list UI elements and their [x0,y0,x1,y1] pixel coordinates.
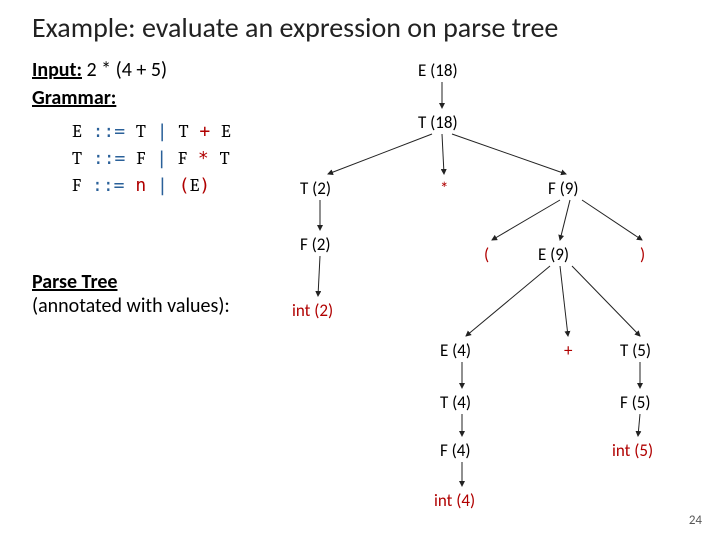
grammar-label: Grammar: [32,86,116,110]
bar-icon: | [145,148,178,169]
op-def: ::= [82,148,136,169]
nt-E3: E [190,175,200,196]
parse-tree-caption: Parse Tree (annotated with values): [32,270,230,318]
lpar-token: ( [179,175,190,196]
nt-T: T [136,121,146,142]
nt-T3: T [72,148,82,169]
node-rpar: ) [640,244,645,265]
parse-tree-subheading: (annotated with values): [32,294,230,318]
nt-F2: F [178,148,187,169]
node-T-18: T (18) [418,112,458,133]
bar-icon: | [146,121,179,142]
page-number: 24 [689,513,702,528]
node-F-9: F (9) [548,178,579,199]
node-star: * [440,178,448,199]
input-expr: 2 * (4 + 5) [82,58,167,82]
node-F-4: F (4) [440,440,471,461]
leaf-int-2: int (2) [292,300,333,321]
slide-title: Example: evaluate an expression on parse… [32,10,558,45]
grammar-rule-F: F ::= n | (E) [72,172,231,199]
node-E-9: E (9) [538,244,569,265]
star-token: * [187,148,220,169]
n-token: n [135,175,146,196]
nt-T2: T [178,121,188,142]
plus-token: + [189,121,222,142]
grammar-rule-E: E ::= T | T + E [72,118,231,145]
parse-tree-heading: Parse Tree [32,270,230,294]
op-def: ::= [81,175,135,196]
op-def: ::= [82,121,136,142]
rpar-token: ) [199,175,210,196]
bar-icon: | [146,175,179,196]
nt-F3: F [72,175,81,196]
node-T-2: T (2) [300,178,331,199]
node-lpar: ( [484,244,489,265]
node-F-5: F (5) [620,392,651,413]
slide: Example: evaluate an expression on parse… [0,0,720,540]
nt-E2: E [221,121,231,142]
input-label: Input: [32,58,82,82]
node-F-2: F (2) [300,234,331,255]
input-line: Input: 2 * (4 + 5) [32,58,167,82]
grammar-rule-T: T ::= F | F * T [72,145,231,172]
node-T-4: T (4) [440,392,471,413]
node-E-4: E (4) [440,340,471,361]
node-plus: + [564,340,572,361]
node-T-5: T (5) [620,340,651,361]
nt-T4: T [220,148,230,169]
nt-F: F [136,148,145,169]
leaf-int-4: int (4) [434,490,475,511]
leaf-int-5: int (5) [612,440,653,461]
grammar-block: E ::= T | T + E T ::= F | F * T F ::= n … [72,118,231,199]
node-E-18: E (18) [418,60,458,81]
nt-E: E [72,121,82,142]
